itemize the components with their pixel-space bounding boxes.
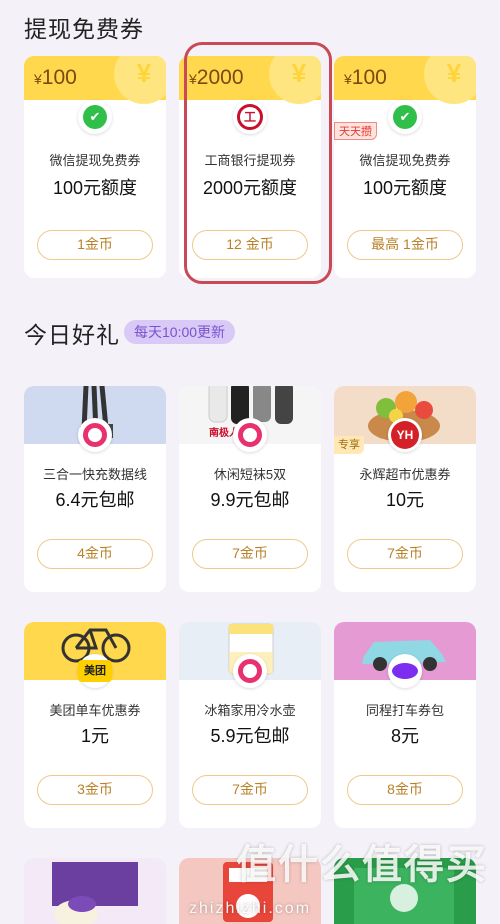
store-logo-icon (233, 654, 267, 688)
redeem-button[interactable]: 7金币 (347, 539, 463, 569)
yonghui-logo-icon: YH (388, 418, 422, 452)
redeem-button[interactable]: 4金币 (37, 539, 153, 569)
gift-name: 冰箱家用冷水壶 (204, 703, 296, 718)
gift-card-usb-cable[interactable]: 三合一快充数据线 6.4元包邮 4金币 (24, 386, 166, 592)
gift-name: 美团单车优惠券 (49, 703, 141, 718)
redeem-button[interactable]: 8金币 (347, 775, 463, 805)
gift-card-socks[interactable]: 南极人 休闲短袜5双 9.9元包邮 7金币 (179, 386, 321, 592)
yuan-coin-icon: ¥ (114, 56, 166, 104)
gift-price: 1元 (80, 726, 109, 746)
redeem-button[interactable]: 7金币 (192, 539, 308, 569)
wechat-pay-icon: ✔ (388, 100, 422, 134)
highlight-circle (184, 42, 332, 284)
gift-card-meituan-bike[interactable]: 美团 美团单车优惠券 1元 3金币 (24, 622, 166, 828)
watermark-url: zhizhizhi.com (188, 900, 312, 917)
withdraw-coupon-card-wechat-daily[interactable]: ¥ ¥100 天天攒 ✔ 微信提现免费券 100元额度 最高 1金币 (334, 56, 476, 278)
gift-name: 同程打车券包 (365, 703, 444, 718)
coupon-amount: ¥100 (34, 66, 77, 89)
store-logo-icon (233, 418, 267, 452)
daily-update-badge: 每天10:00更新 (124, 320, 236, 344)
meituan-logo-icon: 美团 (78, 654, 112, 688)
gift-price: 5.9元包邮 (210, 726, 290, 746)
coupon-name: 微信提现免费券 (359, 153, 451, 168)
gift-name: 永辉超市优惠券 (359, 467, 451, 482)
withdraw-section-title: 提现免费券 (24, 16, 144, 42)
gift-card-tongcheng-ride[interactable]: 同程打车券包 8元 8金币 (334, 622, 476, 828)
exclusive-tag: 专享 (334, 436, 364, 454)
coupon-amount: ¥100 (344, 66, 387, 89)
coupon-value: 100元额度 (362, 178, 448, 198)
coupon-name: 微信提现免费券 (49, 153, 141, 168)
redeem-button[interactable]: 3金币 (37, 775, 153, 805)
gift-card-yonghui[interactable]: 专享 YH 永辉超市优惠券 10元 7金币 (334, 386, 476, 592)
gift-price: 8元 (390, 726, 419, 746)
coupon-header: ¥ ¥100 (334, 56, 476, 104)
tongcheng-logo-icon (388, 654, 422, 688)
redeem-button[interactable]: 最高 1金币 (347, 230, 463, 260)
coupon-value: 100元额度 (52, 178, 138, 198)
gift-price: 9.9元包邮 (210, 490, 290, 510)
withdraw-coupon-card-wechat[interactable]: ¥ ¥100 ✔ 微信提现免费券 100元额度 1金币 (24, 56, 166, 278)
gift-price: 6.4元包邮 (55, 490, 135, 510)
gift-name: 三合一快充数据线 (42, 467, 147, 482)
gift-name: 休闲短袜5双 (213, 467, 287, 482)
yuan-coin-icon: ¥ (424, 56, 476, 104)
wechat-pay-icon: ✔ (78, 100, 112, 134)
daily-gifts-section-title: 今日好礼 (24, 322, 120, 348)
redeem-button[interactable]: 1金币 (37, 230, 153, 260)
redeem-button[interactable]: 7金币 (192, 775, 308, 805)
store-logo-icon (78, 418, 112, 452)
coupon-header: ¥ ¥100 (24, 56, 166, 104)
watermark-logo: 值什么值得买 (236, 843, 488, 887)
gift-card-water-pitcher[interactable]: 冰箱家用冷水壶 5.9元包邮 7金币 (179, 622, 321, 828)
daily-save-tag: 天天攒 (334, 122, 377, 140)
gift-price: 10元 (385, 490, 425, 510)
